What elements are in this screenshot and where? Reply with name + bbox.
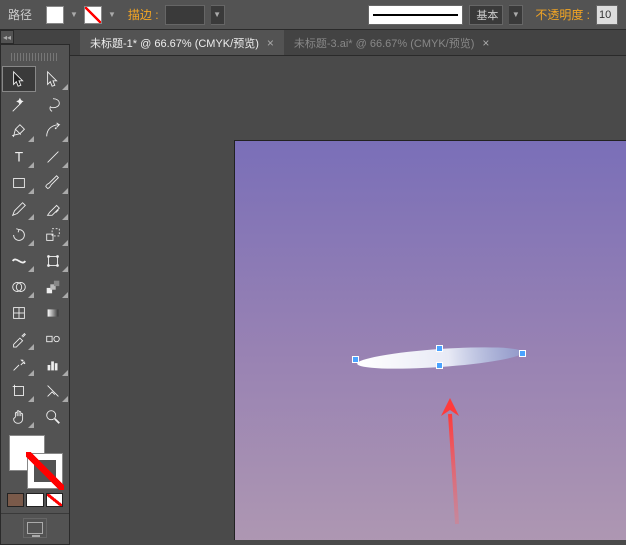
tab-label: 未标题-3.ai* @ 66.67% (CMYK/预览) [294,35,475,51]
chevron-down-icon[interactable]: ▼ [509,5,523,25]
dropdown-icon[interactable]: ▼ [108,10,116,19]
tools-panel: T [0,44,70,545]
screen-mode-button[interactable] [23,518,47,538]
lasso-tool[interactable] [37,93,69,117]
free-transform-tool[interactable] [37,249,69,273]
stroke-color-box[interactable] [27,453,63,489]
pencil-tool[interactable] [3,197,35,221]
dropdown-icon[interactable]: ▼ [70,10,78,19]
scale-tool[interactable] [37,223,69,247]
rotate-tool[interactable] [3,223,35,247]
artboard-tool[interactable] [3,379,35,403]
type-tool[interactable]: T [3,145,35,169]
brush-name[interactable]: 基本 [469,5,503,25]
rectangle-tool[interactable] [3,171,35,195]
zoom-tool[interactable] [37,405,69,429]
fill-swatch[interactable] [46,6,64,24]
selection-handle[interactable] [436,362,443,369]
brush-preview[interactable] [368,5,463,25]
opacity-label: 不透明度 : [535,6,590,23]
screen-icon [27,522,43,534]
stroke-label: 描边 : [128,6,159,23]
stroke-swatch[interactable] [84,6,102,24]
fill-stroke-control[interactable] [1,431,69,491]
artboard [235,141,626,540]
eyedropper-tool[interactable] [3,327,35,351]
tab-document-1[interactable]: 未标题-1* @ 66.67% (CMYK/预览) × [80,30,284,55]
stroke-weight-input[interactable] [165,5,205,25]
dock-collapse-icon[interactable]: ◂◂ [0,30,14,44]
color-chip[interactable] [7,493,24,507]
annotation-arrow [435,396,475,526]
none-chip[interactable] [46,493,63,507]
screen-mode-row [1,513,69,544]
symbol-sprayer-tool[interactable] [3,353,35,377]
line-tool[interactable] [37,145,69,169]
document-tab-bar: 未标题-1* @ 66.67% (CMYK/预览) × 未标题-3.ai* @ … [0,30,626,56]
color-mode-row [1,491,69,509]
selected-ellipse-object[interactable] [355,346,525,370]
selection-handle[interactable] [436,345,443,352]
svg-text:T: T [15,150,23,165]
tool-grid: T [1,65,69,431]
gradient-tool[interactable] [37,301,69,325]
curvature-tool[interactable] [37,119,69,143]
selection-handle[interactable] [352,356,359,363]
tab-label: 未标题-1* @ 66.67% (CMYK/预览) [90,35,259,51]
shape-builder-tool[interactable] [3,275,35,299]
control-bar: 路径 ▼ ▼ 描边 : ▼ 基本 ▼ 不透明度 : [0,0,626,30]
slice-tool[interactable] [37,379,69,403]
magic-wand-tool[interactable] [3,93,35,117]
mesh-tool[interactable] [3,301,35,325]
close-icon[interactable]: × [482,36,489,50]
path-label: 路径 [8,6,32,23]
graph-tool[interactable] [37,353,69,377]
opacity-input[interactable] [596,5,618,25]
direct-selection-tool[interactable] [37,67,69,91]
gradient-chip[interactable] [26,493,43,507]
canvas[interactable] [75,56,626,540]
selection-tool[interactable] [3,67,35,91]
width-tool[interactable] [3,249,35,273]
pen-tool[interactable] [3,119,35,143]
close-icon[interactable]: × [267,36,274,50]
chevron-down-icon[interactable]: ▼ [211,5,225,25]
hand-tool[interactable] [3,405,35,429]
tab-document-2[interactable]: 未标题-3.ai* @ 66.67% (CMYK/预览) × [284,30,500,55]
eraser-tool[interactable] [37,197,69,221]
paintbrush-tool[interactable] [37,171,69,195]
selection-handle[interactable] [519,350,526,357]
perspective-tool[interactable] [37,275,69,299]
blend-tool[interactable] [37,327,69,351]
panel-grip[interactable] [11,53,59,61]
